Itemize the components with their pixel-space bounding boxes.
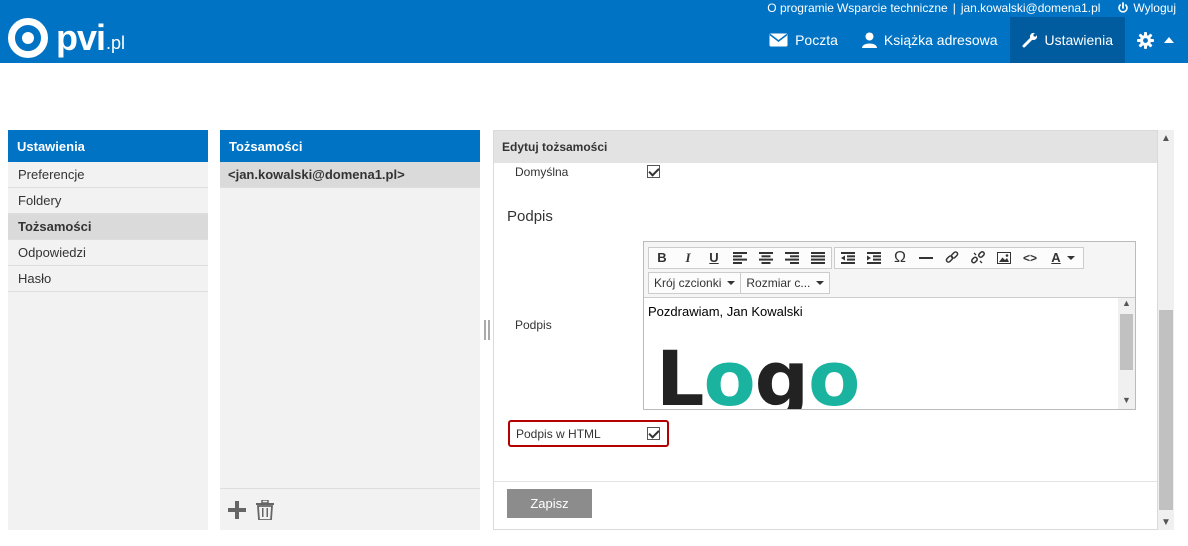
identities-footer xyxy=(220,488,480,530)
settings-item-password[interactable]: Hasło xyxy=(8,266,208,292)
identities-list: <jan.kowalski@domena1.pl> xyxy=(220,162,480,530)
main-nav: Poczta Książka adresowa Ustawienia xyxy=(757,17,1188,63)
about-link[interactable]: O programie xyxy=(767,1,834,15)
signature-logo-image: Logo xyxy=(656,334,860,410)
signature-content[interactable]: Pozdrawiam, Jan Kowalski Logo xyxy=(644,298,1118,409)
scroll-up-icon[interactable]: ▲ xyxy=(1158,130,1174,146)
unlink-icon[interactable] xyxy=(965,248,991,268)
power-icon xyxy=(1118,2,1129,13)
add-icon[interactable] xyxy=(228,500,246,519)
scroll-down-icon[interactable]: ▼ xyxy=(1158,514,1174,530)
trash-icon[interactable] xyxy=(256,499,274,520)
column-splitter[interactable] xyxy=(484,320,490,340)
page-scrollbar[interactable]: ▲ ▼ xyxy=(1158,130,1174,530)
edit-identity-title: Edytuj tożsamości xyxy=(494,131,1157,163)
editor-scroll-thumb xyxy=(1120,314,1133,370)
logo-ring-icon xyxy=(8,18,48,58)
horizontal-rule-icon[interactable] xyxy=(913,248,939,268)
source-code-icon[interactable]: <> xyxy=(1017,248,1043,268)
settings-column-title: Ustawienia xyxy=(8,130,208,162)
gear-icon xyxy=(1137,31,1154,49)
nav-contacts[interactable]: Książka adresowa xyxy=(850,17,1010,63)
chevron-down-icon xyxy=(816,280,825,285)
nav-mail[interactable]: Poczta xyxy=(757,17,850,63)
signature-label: Podpis xyxy=(515,318,552,332)
outdent-icon[interactable] xyxy=(835,248,861,268)
logout-label: Wyloguj xyxy=(1133,1,1176,15)
font-size-select[interactable]: Rozmiar c... xyxy=(741,272,829,294)
logout-link[interactable]: Wyloguj xyxy=(1117,1,1176,15)
nav-mail-label: Poczta xyxy=(795,32,838,48)
scroll-up-icon: ▲ xyxy=(1122,298,1131,308)
image-icon[interactable] xyxy=(991,248,1017,268)
pvi-logo[interactable]: pvi .pl xyxy=(8,14,125,58)
nav-settings-label: Ustawienia xyxy=(1044,32,1113,48)
envelope-icon xyxy=(769,33,788,47)
italic-icon[interactable]: I xyxy=(675,248,701,268)
nav-contacts-label: Książka adresowa xyxy=(883,32,998,48)
align-justify-icon[interactable] xyxy=(805,248,831,268)
logo-text: pvi xyxy=(56,17,106,58)
wrench-icon xyxy=(1022,32,1037,48)
caret-up-icon xyxy=(1164,37,1174,43)
app-header: pvi .pl O programie Wsparcie techniczne … xyxy=(0,0,1188,63)
html-signature-checkbox[interactable] xyxy=(647,427,660,440)
settings-item-preferences[interactable]: Preferencje xyxy=(8,162,208,188)
save-button[interactable]: Zapisz xyxy=(507,489,592,518)
link-icon[interactable] xyxy=(939,248,965,268)
align-center-icon[interactable] xyxy=(753,248,779,268)
chevron-down-icon xyxy=(727,280,736,285)
identities-column-title: Tożsamości xyxy=(220,130,480,162)
html-signature-row: Podpis w HTML xyxy=(508,420,669,447)
settings-item-identities[interactable]: Tożsamości xyxy=(8,214,208,240)
special-char-icon[interactable]: Ω xyxy=(887,248,913,268)
scroll-down-icon: ▼ xyxy=(1122,395,1131,405)
separator: | xyxy=(952,1,956,15)
settings-list: Preferencje Foldery Tożsamości Odpowiedz… xyxy=(8,162,208,530)
editor-scrollbar[interactable]: ▲ ▼ xyxy=(1118,298,1135,409)
signature-editor: B I U Ω <> A Krój czcionki Rozmiar c... … xyxy=(643,241,1136,410)
divider xyxy=(494,481,1157,482)
user-email: jan.kowalski@domena1.pl xyxy=(960,1,1101,15)
nav-settings[interactable]: Ustawienia xyxy=(1009,17,1125,63)
settings-item-responses[interactable]: Odpowiedzi xyxy=(8,240,208,266)
underline-icon[interactable]: U xyxy=(701,248,727,268)
logo-tld: .pl xyxy=(106,33,126,53)
indent-icon[interactable] xyxy=(861,248,887,268)
nav-gear-menu[interactable] xyxy=(1125,17,1188,63)
editor-toolbar: B I U Ω <> A Krój czcionki Rozmiar c... xyxy=(644,242,1135,298)
support-link[interactable]: Wsparcie techniczne xyxy=(837,1,948,15)
font-family-select[interactable]: Krój czcionki xyxy=(649,272,740,294)
signature-section-title: Podpis xyxy=(507,208,553,225)
scroll-thumb[interactable] xyxy=(1159,310,1173,510)
align-right-icon[interactable] xyxy=(779,248,805,268)
signature-text: Pozdrawiam, Jan Kowalski xyxy=(648,304,803,319)
bold-icon[interactable]: B xyxy=(649,248,675,268)
align-left-icon[interactable] xyxy=(727,248,753,268)
text-color-icon[interactable]: A xyxy=(1043,248,1083,268)
default-label: Domyślna xyxy=(515,165,569,179)
user-icon xyxy=(861,32,877,48)
default-checkbox[interactable] xyxy=(647,165,660,178)
identity-item[interactable]: <jan.kowalski@domena1.pl> xyxy=(220,162,480,188)
settings-item-folders[interactable]: Foldery xyxy=(8,188,208,214)
html-signature-label: Podpis w HTML xyxy=(516,426,601,441)
top-links: O programie Wsparcie techniczne | jan.ko… xyxy=(767,0,1176,16)
